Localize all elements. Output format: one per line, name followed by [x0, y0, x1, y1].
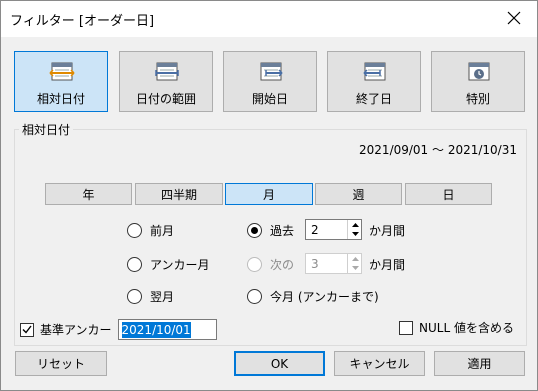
include-null-checkbox[interactable]	[399, 320, 413, 335]
spin-up-arrow[interactable]	[348, 254, 362, 263]
radio-button[interactable]	[127, 257, 142, 272]
mode-end-date-button[interactable]: 終了日	[327, 51, 421, 112]
mode-start-date-button[interactable]: 開始日	[223, 51, 317, 112]
past-count-stepper[interactable]: 2	[305, 219, 362, 240]
next-count-value[interactable]: 3	[311, 257, 319, 271]
apply-button[interactable]: 適用	[434, 351, 525, 376]
option-label: 次の	[270, 258, 295, 272]
mode-label: 相対日付	[36, 92, 85, 106]
option-next-month[interactable]: 翌月	[127, 288, 174, 305]
spin-up-arrow[interactable]	[348, 220, 362, 229]
radio-button[interactable]	[127, 289, 142, 304]
unit-year-button[interactable]: 年	[45, 183, 132, 205]
mode-label: 終了日	[355, 92, 392, 106]
option-label: アンカー月	[150, 258, 210, 272]
chevron-up-icon	[351, 256, 359, 261]
reset-button[interactable]: リセット	[15, 351, 107, 376]
close-icon	[507, 11, 521, 25]
option-label: 過去	[270, 224, 295, 238]
dialog-title: フィルター [オーダー日]	[10, 14, 155, 29]
null-option-row: NULL 値を含める	[399, 319, 514, 336]
checkmark-icon	[22, 325, 32, 334]
end-date-icon	[363, 62, 386, 81]
date-range-readout: 2021/09/01 ～ 2021/10/31	[359, 143, 517, 157]
anchor-checkbox[interactable]	[20, 322, 34, 337]
next-count-stepper[interactable]: 3	[305, 253, 362, 274]
option-label: 前月	[150, 224, 175, 238]
unit-month-button[interactable]: 月	[225, 183, 313, 205]
radio-button[interactable]	[127, 223, 142, 238]
option-past[interactable]: 過去	[247, 222, 294, 239]
unit-week-button[interactable]: 週	[315, 183, 402, 205]
spin-down-arrow[interactable]	[348, 229, 362, 238]
past-count-value[interactable]: 2	[311, 223, 319, 237]
anchor-date-value: 2021/10/01	[121, 321, 191, 338]
ok-button[interactable]: OK	[234, 351, 325, 376]
close-button[interactable]	[499, 5, 529, 31]
spin-down-arrow[interactable]	[348, 263, 362, 272]
spin-arrows	[347, 220, 361, 239]
unit-quarter-button[interactable]: 四半期	[135, 183, 223, 205]
date-range-icon	[155, 62, 179, 81]
special-icon	[468, 62, 490, 81]
chevron-up-icon	[351, 222, 359, 227]
unit-day-button[interactable]: 日	[405, 183, 492, 205]
chevron-down-icon	[351, 231, 359, 236]
group-label: 相対日付	[19, 121, 74, 138]
filter-dialog: フィルター [オーダー日] 相対日付 日付の範囲 開始日 終了日 特別 相対日付…	[0, 0, 538, 391]
radio-button[interactable]	[247, 289, 262, 304]
anchor-date-input[interactable]: 2021/10/01	[117, 319, 217, 340]
mode-label: 特別	[465, 92, 490, 106]
option-current-to-anchor[interactable]: 今月 (アンカーまで)	[247, 288, 379, 305]
past-suffix: か月間	[369, 224, 406, 238]
radio-button[interactable]	[247, 257, 262, 272]
mode-label: 日付の範囲	[135, 92, 196, 106]
option-label: 今月 (アンカーまで)	[270, 290, 379, 304]
cancel-button[interactable]: キャンセル	[334, 351, 425, 376]
next-suffix: か月間	[369, 258, 406, 272]
relative-date-icon	[49, 62, 75, 81]
option-previous-month[interactable]: 前月	[127, 222, 174, 239]
radio-button-selected[interactable]	[247, 223, 262, 238]
mode-date-range-button[interactable]: 日付の範囲	[119, 51, 213, 112]
anchor-label: 基準アンカー	[40, 323, 112, 337]
spin-arrows	[347, 254, 361, 273]
mode-label: 開始日	[251, 92, 288, 106]
title-bar: フィルター [オーダー日]	[1, 1, 537, 37]
start-date-icon	[260, 62, 283, 81]
option-label: 翌月	[150, 290, 175, 304]
mode-special-button[interactable]: 特別	[431, 51, 525, 112]
mode-relative-date-button[interactable]: 相対日付	[14, 51, 108, 112]
option-next[interactable]: 次の	[247, 256, 294, 273]
option-anchor-month[interactable]: アンカー月	[127, 256, 210, 273]
include-null-label: NULL 値を含める	[419, 321, 514, 335]
chevron-down-icon	[351, 265, 359, 270]
anchor-row: 基準アンカー 2021/10/01	[20, 319, 217, 340]
